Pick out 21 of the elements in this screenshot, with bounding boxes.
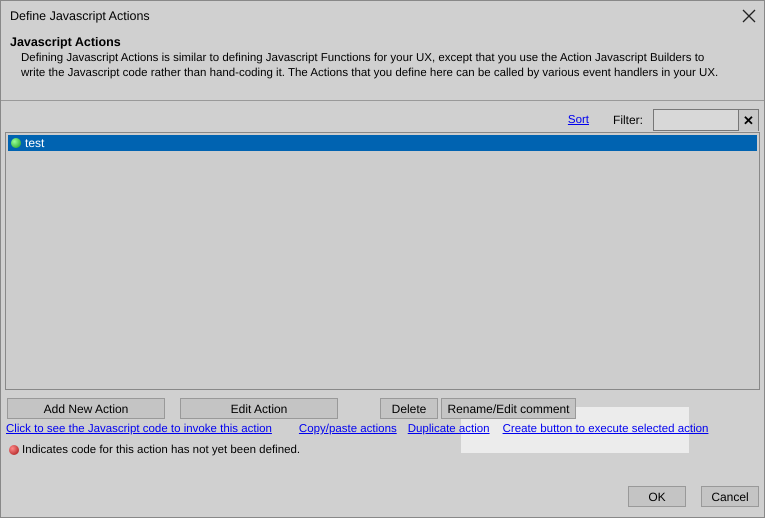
action-button[interactable]: Delete: [380, 398, 438, 419]
action-button[interactable]: Add New Action: [7, 398, 165, 419]
action-button[interactable]: Edit Action: [180, 398, 338, 419]
dialog-button[interactable]: OK: [628, 486, 686, 507]
section-title: Javascript Actions: [10, 35, 122, 49]
window-title: Define Javascript Actions: [10, 9, 150, 23]
action-link[interactable]: Create button to execute selected action: [502, 423, 708, 435]
dialog-button[interactable]: Cancel: [701, 486, 759, 507]
filter-field[interactable]: ✕: [653, 109, 759, 131]
action-button[interactable]: Rename/Edit comment: [441, 398, 576, 419]
clear-button[interactable]: ✕: [738, 110, 758, 131]
sort-link[interactable]: Sort: [568, 114, 589, 126]
status-icon: [9, 445, 19, 455]
action-link[interactable]: Copy/paste actions: [298, 423, 397, 435]
action-item[interactable]: test: [8, 135, 757, 151]
action-link[interactable]: Duplicate action: [408, 423, 490, 435]
close-icon[interactable]: [742, 9, 756, 23]
description-text: Defining Javascript Actions is similar to defining Javascript Functions for your UX, except that you use the Action Javascript Builders to write the Javascript code rather than hand-coding it. The Actions that you define here can be called by various event handlers in your UX.: [20, 51, 720, 81]
legend-text: Indicates code for this action has not yet been defined.: [22, 444, 300, 456]
filter-label: Filter:: [613, 113, 643, 127]
action-link[interactable]: Click to see the Javascript code to invoke this action: [6, 423, 272, 435]
